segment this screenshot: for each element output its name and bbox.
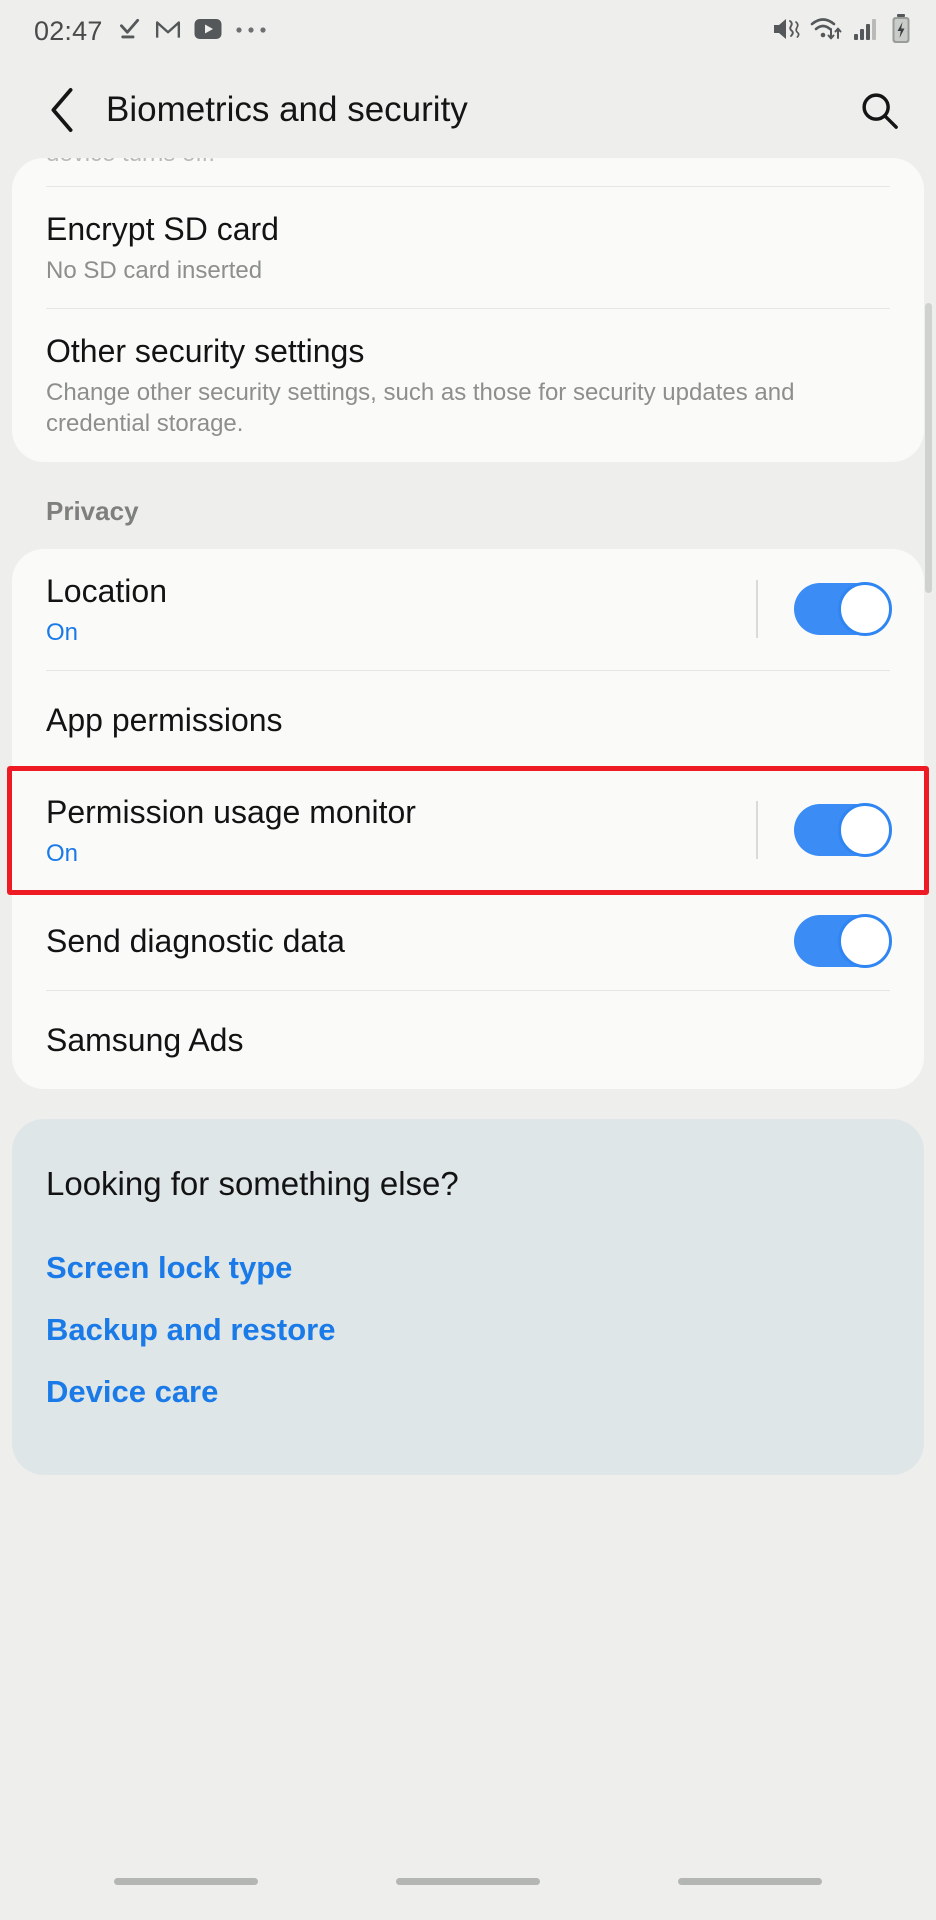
toggle-area [776, 913, 892, 968]
more-notifications-icon [235, 22, 267, 40]
status-clock: 02:47 [34, 15, 103, 46]
list-item-title: Samsung Ads [46, 1021, 244, 1058]
section-header-privacy: Privacy [46, 495, 139, 526]
list-item-title: App permissions [46, 701, 283, 738]
app-bar: Biometrics and security [0, 62, 936, 158]
status-bar-right [771, 13, 912, 49]
list-item-title: Send diagnostic data [46, 922, 345, 959]
suggestion-link-screen-lock-type[interactable]: Screen lock type [46, 1237, 890, 1299]
phone-screen: 02:47 Biometrics and security Encrypt SD… [0, 0, 936, 1920]
clipped-row-text: device turns off. [46, 158, 215, 168]
list-item-subtitle: No SD card inserted [46, 257, 263, 284]
nav-pill-home[interactable] [396, 1877, 540, 1885]
toggle-area [738, 580, 892, 639]
list-item-samsung-ads[interactable]: Samsung Ads [12, 991, 924, 1089]
row-texts: Other security settings Change other sec… [46, 309, 890, 461]
toggle-knob [838, 913, 892, 968]
list-item-app-permissions[interactable]: App permissions [12, 671, 924, 769]
list-item-title: Location [46, 572, 167, 609]
row-texts: Encrypt SD card No SD card inserted [46, 187, 890, 308]
list-item-title: Encrypt SD card [46, 211, 279, 247]
list-item-title: Permission usage monitor [46, 793, 416, 830]
list-item-location[interactable]: Location On [12, 549, 924, 670]
chevron-left-icon [51, 88, 73, 132]
back-button[interactable] [34, 82, 90, 138]
toggle-knob [838, 582, 892, 637]
search-button[interactable] [850, 81, 908, 139]
gmail-icon [155, 16, 181, 47]
list-item-permission-usage-monitor[interactable]: Permission usage monitor On [12, 770, 924, 891]
looking-for-something-else-card: Looking for something else? Screen lock … [12, 1118, 924, 1475]
youtube-icon [194, 18, 222, 45]
mute-vibrate-icon [771, 15, 801, 48]
nav-pill-back[interactable] [678, 1877, 822, 1885]
suggestion-link-device-care[interactable]: Device care [46, 1361, 890, 1423]
list-item-encrypt-sd-card[interactable]: Encrypt SD card No SD card inserted [12, 187, 924, 308]
list-item-title: Other security settings [46, 333, 365, 370]
suggestion-link-backup-and-restore[interactable]: Backup and restore [46, 1299, 890, 1361]
list-item-subtitle: Change other security settings, such as … [46, 379, 795, 438]
list-item-subtitle: On [46, 839, 79, 867]
toggle-separator [756, 580, 758, 639]
list-item-send-diagnostic-data[interactable]: Send diagnostic data [12, 892, 924, 990]
send-diagnostic-data-toggle[interactable] [794, 913, 892, 968]
list-item-subtitle: On [46, 618, 79, 646]
signal-bars-icon [853, 16, 881, 47]
privacy-settings-card: Location On App permissions Permission u… [12, 548, 924, 1089]
download-complete-icon [116, 16, 142, 47]
row-texts: Permission usage monitor On [46, 770, 738, 891]
settings-scroll-area[interactable]: device turns off. Encrypt SD card No SD … [0, 158, 936, 1842]
suggestions-title: Looking for something else? [46, 1164, 459, 1202]
scrollbar-thumb[interactable] [925, 303, 932, 593]
location-toggle[interactable] [794, 582, 892, 637]
toggle-area [738, 801, 892, 860]
battery-charging-icon [890, 13, 912, 49]
row-texts: Send diagnostic data [46, 899, 776, 983]
wifi-icon [810, 15, 844, 48]
gesture-navigation-bar [0, 1842, 936, 1920]
row-texts: App permissions [46, 678, 890, 762]
security-settings-card: device turns off. Encrypt SD card No SD … [12, 158, 924, 462]
status-bar: 02:47 [0, 0, 936, 62]
clipped-previous-row: device turns off. [12, 158, 924, 186]
page-title: Biometrics and security [106, 90, 468, 129]
toggle-separator [756, 801, 758, 860]
status-bar-left: 02:47 [34, 16, 267, 47]
list-item-other-security-settings[interactable]: Other security settings Change other sec… [12, 309, 924, 461]
row-texts: Location On [46, 549, 738, 670]
toggle-knob [838, 803, 892, 858]
search-icon [862, 93, 898, 129]
permission-usage-monitor-toggle[interactable] [794, 803, 892, 858]
nav-pill-recents[interactable] [114, 1877, 258, 1885]
row-texts: Samsung Ads [46, 998, 890, 1082]
